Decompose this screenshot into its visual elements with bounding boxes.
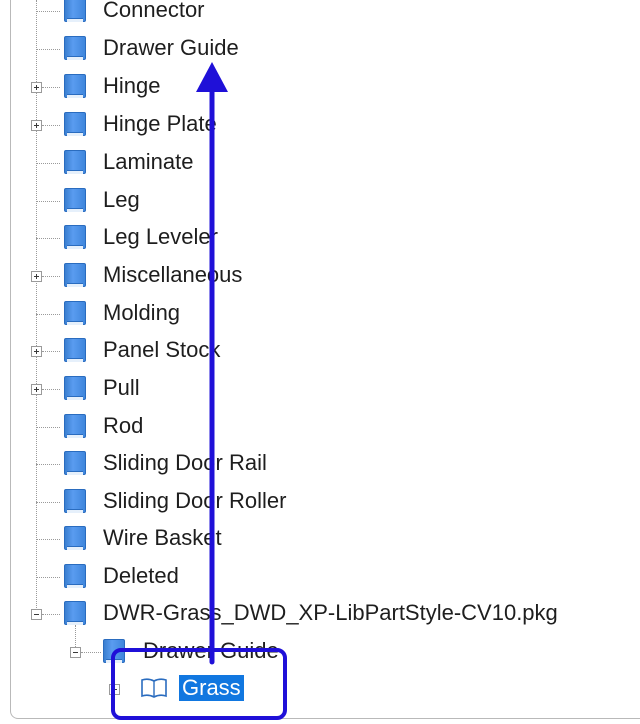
annotation-arrow [196,62,228,665]
annotation-highlight-box [111,648,287,720]
